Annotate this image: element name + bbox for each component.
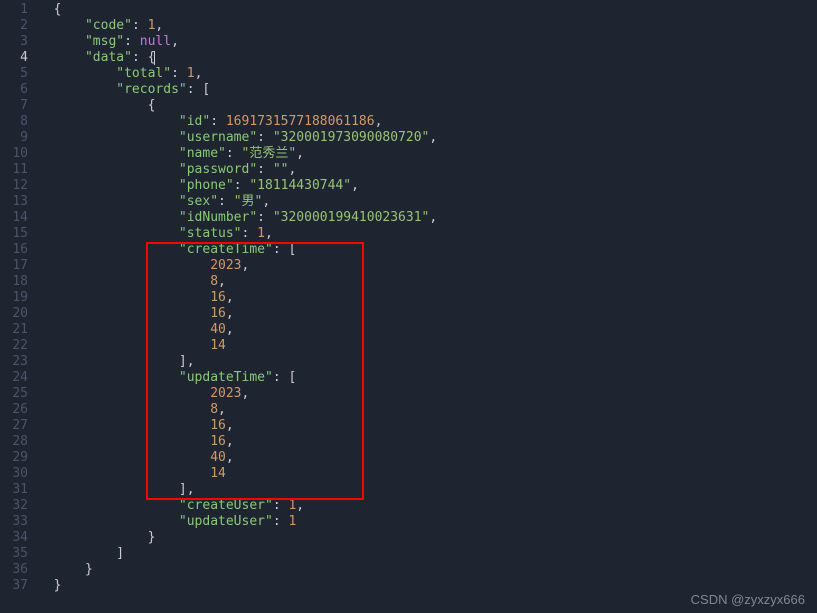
line-number: 32: [6, 498, 28, 514]
line-number: 19: [6, 290, 28, 306]
line-number: 1: [6, 2, 28, 18]
code-content[interactable]: { "code": 1, "msg": null, "data": { "tot…: [38, 0, 817, 613]
line-number: 23: [6, 354, 28, 370]
code-line: 2023,: [38, 386, 817, 402]
line-number: 7: [6, 98, 28, 114]
code-line: }: [38, 530, 817, 546]
cursor-icon: [154, 51, 155, 65]
line-number: 34: [6, 530, 28, 546]
code-line: "updateUser": 1: [38, 514, 817, 530]
line-number: 30: [6, 466, 28, 482]
code-line: ],: [38, 482, 817, 498]
line-gutter: 1 2 3 4 5 6 7 8 9 10 11 12 13 14 15 16 1…: [0, 0, 38, 613]
line-number: 35: [6, 546, 28, 562]
code-line: "status": 1,: [38, 226, 817, 242]
line-number: 22: [6, 338, 28, 354]
line-number: 12: [6, 178, 28, 194]
line-number: 24: [6, 370, 28, 386]
code-line: 16,: [38, 290, 817, 306]
code-line: 16,: [38, 306, 817, 322]
line-number: 15: [6, 226, 28, 242]
code-line: "updateTime": [: [38, 370, 817, 386]
code-line: "data": {: [38, 50, 817, 66]
line-number: 10: [6, 146, 28, 162]
code-line: 16,: [38, 434, 817, 450]
code-line: 40,: [38, 322, 817, 338]
line-number: 9: [6, 130, 28, 146]
code-line: }: [38, 562, 817, 578]
line-number: 21: [6, 322, 28, 338]
code-line: {: [38, 2, 817, 18]
line-number: 16: [6, 242, 28, 258]
code-line: ]: [38, 546, 817, 562]
code-line: ],: [38, 354, 817, 370]
code-line: "username": "320001973090080720",: [38, 130, 817, 146]
line-number: 5: [6, 66, 28, 82]
line-number: 13: [6, 194, 28, 210]
code-line: "records": [: [38, 82, 817, 98]
code-line: "password": "",: [38, 162, 817, 178]
line-number: 3: [6, 34, 28, 50]
code-line: "sex": "男",: [38, 194, 817, 210]
code-line: 2023,: [38, 258, 817, 274]
line-number: 33: [6, 514, 28, 530]
line-number: 11: [6, 162, 28, 178]
line-number: 8: [6, 114, 28, 130]
code-line: "name": "范秀兰",: [38, 146, 817, 162]
code-line: 14: [38, 338, 817, 354]
code-line: 8,: [38, 274, 817, 290]
code-line: 40,: [38, 450, 817, 466]
code-line: "total": 1,: [38, 66, 817, 82]
line-number: 25: [6, 386, 28, 402]
watermark-text: CSDN @zyxzyx666: [691, 592, 805, 607]
line-number: 6: [6, 82, 28, 98]
line-number: 27: [6, 418, 28, 434]
line-number: 26: [6, 402, 28, 418]
line-number: 36: [6, 562, 28, 578]
line-number: 37: [6, 578, 28, 594]
code-line: "msg": null,: [38, 34, 817, 50]
line-number: 17: [6, 258, 28, 274]
code-editor[interactable]: 1 2 3 4 5 6 7 8 9 10 11 12 13 14 15 16 1…: [0, 0, 817, 613]
code-line: 16,: [38, 418, 817, 434]
line-number: 14: [6, 210, 28, 226]
line-number: 2: [6, 18, 28, 34]
code-line: "id": 1691731577188061186,: [38, 114, 817, 130]
code-line: "phone": "18114430744",: [38, 178, 817, 194]
code-line: "createTime": [: [38, 242, 817, 258]
line-number: 28: [6, 434, 28, 450]
line-number: 29: [6, 450, 28, 466]
line-number-active: 4: [6, 50, 28, 66]
code-line: "code": 1,: [38, 18, 817, 34]
line-number: 18: [6, 274, 28, 290]
code-line: "createUser": 1,: [38, 498, 817, 514]
code-line: "idNumber": "320000199410023631",: [38, 210, 817, 226]
line-number: 20: [6, 306, 28, 322]
code-line: {: [38, 98, 817, 114]
code-line: 8,: [38, 402, 817, 418]
code-line: 14: [38, 466, 817, 482]
line-number: 31: [6, 482, 28, 498]
